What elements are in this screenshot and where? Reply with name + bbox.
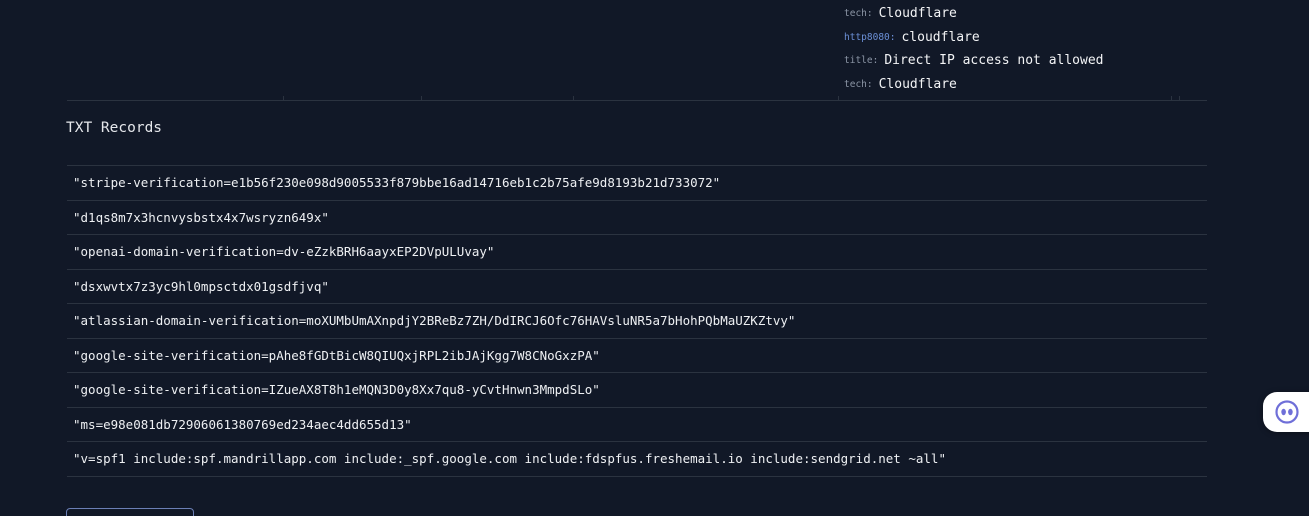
column-divider [421, 96, 422, 100]
tech-row: title: Direct IP access not allowed [844, 49, 1103, 73]
txt-record-row: "openai-domain-verification=dv-eZzkBRH6a… [67, 235, 1207, 270]
column-divider [838, 96, 839, 100]
txt-record-row: "stripe-verification=e1b56f230e098d90055… [67, 166, 1207, 201]
tech-value: Cloudflare [878, 6, 957, 22]
tech-value: Cloudflare [878, 76, 957, 92]
column-divider [283, 96, 284, 100]
tech-row: tech: Cloudflare [844, 2, 1103, 26]
column-divider [573, 96, 574, 100]
txt-record-row: "d1qs8m7x3hcnvysbstx4x7wsryzn649x" [67, 201, 1207, 235]
txt-records-table: "stripe-verification=e1b56f230e098d90055… [67, 165, 1207, 477]
column-divider [1179, 96, 1180, 100]
assistant-face-icon [1275, 400, 1299, 424]
technology-list: tech: Cloudflare http8080: cloudflare ti… [844, 2, 1103, 96]
txt-record-row: "google-site-verification=pAhe8fGDtBicW8… [67, 339, 1207, 373]
tech-value: Direct IP access not allowed [884, 53, 1104, 69]
column-divider [1171, 96, 1172, 100]
section-action-button[interactable] [66, 508, 194, 516]
tech-key: http8080: [844, 31, 896, 43]
tech-key: tech: [844, 78, 873, 90]
tech-value: cloudflare [901, 29, 980, 45]
assistant-widget-button[interactable] [1263, 392, 1309, 432]
tech-key: title: [844, 55, 879, 67]
txt-record-row: "v=spf1 include:spf.mandrillapp.com incl… [67, 442, 1207, 477]
tech-row: tech: Cloudflare [844, 73, 1103, 97]
txt-records-title: TXT Records [66, 120, 163, 136]
tech-row: http8080: cloudflare [844, 26, 1103, 50]
results-table-tail: tech: Cloudflare http8080: cloudflare ti… [67, 0, 1207, 101]
txt-record-row: "atlassian-domain-verification=moXUMbUmA… [67, 304, 1207, 339]
page: tech: Cloudflare http8080: cloudflare ti… [0, 0, 1309, 516]
txt-record-row: "ms=e98e081db72906061380769ed234aec4dd65… [67, 408, 1207, 442]
tech-key: tech: [844, 8, 873, 20]
txt-record-row: "dsxwvtx7z3yc9hl0mpsctdx01gsdfjvq" [67, 270, 1207, 304]
txt-record-row: "google-site-verification=IZueAX8T8h1eMQ… [67, 373, 1207, 408]
